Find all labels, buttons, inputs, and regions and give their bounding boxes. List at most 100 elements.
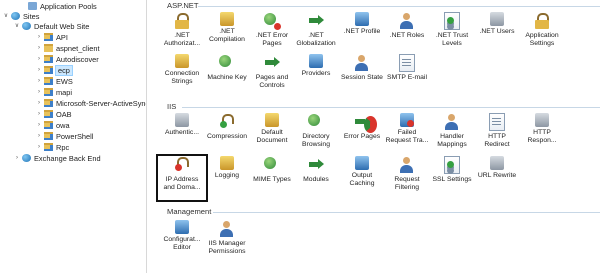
chevron-down-icon[interactable]: ∨ [2, 11, 10, 22]
feature-tile-label: .NET Globalization [296, 32, 336, 47]
feature-tile[interactable]: Pages and Controls [248, 54, 296, 98]
feature-tile-label: Default Document [256, 129, 288, 144]
feature-tile-label: .NET Roles [389, 32, 425, 39]
feature-tile[interactable]: Machine Key [203, 54, 251, 98]
section-divider [198, 6, 600, 7]
mime-types-icon [263, 156, 281, 174]
tree-node[interactable]: › Exchange Back End [16, 153, 101, 164]
app-pool-icon [28, 2, 37, 10]
folder-app-icon [44, 33, 53, 41]
handler-mappings-icon [443, 113, 461, 131]
feature-tile[interactable]: SMTP E-mail [383, 54, 431, 98]
feature-tile[interactable]: Default Document [248, 113, 296, 157]
tree-node[interactable]: › OAB [38, 109, 72, 120]
chevron-down-icon[interactable]: ∨ [13, 21, 21, 32]
folder-app-icon [44, 110, 53, 118]
feature-tile[interactable]: IP Address and Doma... [156, 154, 208, 202]
chevron-right-icon[interactable]: › [35, 43, 43, 54]
feature-tile[interactable]: Connection Strings [158, 54, 206, 98]
feature-tile[interactable]: .NET Error Pages [248, 12, 296, 56]
feature-tile[interactable]: .NET Compilation [203, 12, 251, 56]
feature-tile-label: .NET Users [479, 28, 515, 35]
tree-node[interactable]: › EWS [38, 76, 73, 87]
feature-tile[interactable]: HTTP Respon... [518, 113, 566, 157]
chevron-right-icon[interactable]: › [35, 87, 43, 98]
tree-node[interactable]: › ecp [38, 65, 73, 76]
feature-tile[interactable]: URL Rewrite [473, 156, 521, 200]
tree-node-label: Rpc [56, 143, 70, 152]
tree-node[interactable]: › Rpc [38, 142, 70, 153]
feature-tile[interactable]: IIS Manager Permissions [203, 220, 251, 264]
feature-tile[interactable]: Modules [292, 156, 340, 200]
feature-tile[interactable]: Application Settings [518, 12, 566, 56]
tree-node[interactable]: › owa [38, 120, 70, 131]
feature-tile-label: Failed Request Tra... [385, 129, 429, 144]
chevron-right-icon[interactable]: › [35, 131, 43, 142]
chevron-right-icon[interactable]: › [35, 109, 43, 120]
tree-node-label: Microsoft-Server-ActiveSync [56, 99, 147, 108]
chevron-right-icon[interactable]: › [13, 153, 21, 164]
tree-node[interactable]: › mapi [38, 87, 73, 98]
feature-tile[interactable]: Configurat... Editor [158, 220, 206, 264]
chevron-right-icon[interactable]: › [35, 65, 43, 76]
feature-tile[interactable]: Authentic... [158, 113, 206, 157]
tree-node-label: owa [56, 121, 70, 130]
feature-tile-label: Machine Key [207, 74, 247, 81]
feature-tile[interactable]: .NET Users [473, 12, 521, 56]
feature-tile[interactable]: Output Caching [338, 156, 386, 200]
request-filtering-icon [398, 156, 416, 174]
tree-node-label: mapi [56, 88, 73, 97]
folder-app-icon [44, 99, 53, 107]
feature-tile-label: Directory Browsing [302, 133, 330, 148]
feature-tile[interactable]: Error Pages [338, 113, 386, 157]
http-redirect-icon [489, 113, 505, 131]
authentication-icon [175, 113, 189, 127]
chevron-right-icon[interactable]: › [35, 120, 43, 131]
feature-tile[interactable]: .NET Profile [338, 12, 386, 56]
feature-tile[interactable]: .NET Globalization [292, 12, 340, 56]
feature-tile-label: Handler Mappings [437, 133, 467, 148]
feature-tile[interactable]: Session State [338, 54, 386, 98]
chevron-right-icon[interactable]: › [35, 98, 43, 109]
tree-node[interactable]: › Autodiscover [38, 54, 99, 65]
smtp-email-icon [399, 54, 415, 72]
net-profile-icon [355, 12, 369, 26]
tree-node[interactable]: › Microsoft-Server-ActiveSync [38, 98, 147, 109]
feature-tile[interactable]: Providers [292, 54, 340, 98]
providers-icon [309, 54, 323, 68]
tree-node[interactable]: › PowerShell [38, 131, 93, 142]
feature-tile-label: HTTP Respon... [527, 129, 557, 144]
feature-tile[interactable]: .NET Trust Levels [428, 12, 476, 56]
feature-tile-label: Connection Strings [164, 70, 200, 85]
feature-tile[interactable]: Request Filtering [383, 156, 431, 200]
chevron-right-icon[interactable]: › [35, 32, 43, 43]
folder-app-icon [44, 143, 53, 151]
feature-tile[interactable]: .NET Roles [383, 12, 431, 56]
feature-tile[interactable]: Compression [203, 113, 251, 157]
section-divider [182, 107, 600, 108]
configuration-editor-icon [175, 220, 189, 234]
section-header-aspnet: ASP.NET [167, 1, 199, 10]
tree-node[interactable]: ∨ Default Web Site [15, 21, 89, 32]
feature-tile[interactable]: Logging [203, 156, 251, 200]
feature-tile[interactable]: Handler Mappings [428, 113, 476, 157]
feature-tile[interactable]: Directory Browsing [292, 113, 340, 157]
tree-node-label: Sites [23, 12, 40, 21]
net-roles-icon [398, 12, 416, 30]
tree-node-label: EWS [56, 77, 73, 86]
session-state-icon [353, 54, 371, 72]
feature-tile[interactable]: MIME Types [248, 156, 296, 200]
globe-icon [11, 12, 20, 20]
chevron-right-icon[interactable]: › [35, 142, 43, 153]
chevron-right-icon[interactable]: › [35, 76, 43, 87]
feature-tile[interactable]: HTTP Redirect [473, 113, 521, 157]
tree-node[interactable]: › aspnet_client [38, 43, 100, 54]
feature-tile[interactable]: SSL Settings [428, 156, 476, 200]
folder-app-icon [44, 88, 53, 96]
tree-node[interactable]: › API [38, 32, 68, 43]
chevron-right-icon[interactable]: › [35, 54, 43, 65]
url-rewrite-icon [490, 156, 504, 170]
feature-tile[interactable]: Failed Request Tra... [383, 113, 431, 157]
connection-strings-icon [175, 54, 189, 68]
feature-tile[interactable]: .NET Authorizat... [158, 12, 206, 56]
